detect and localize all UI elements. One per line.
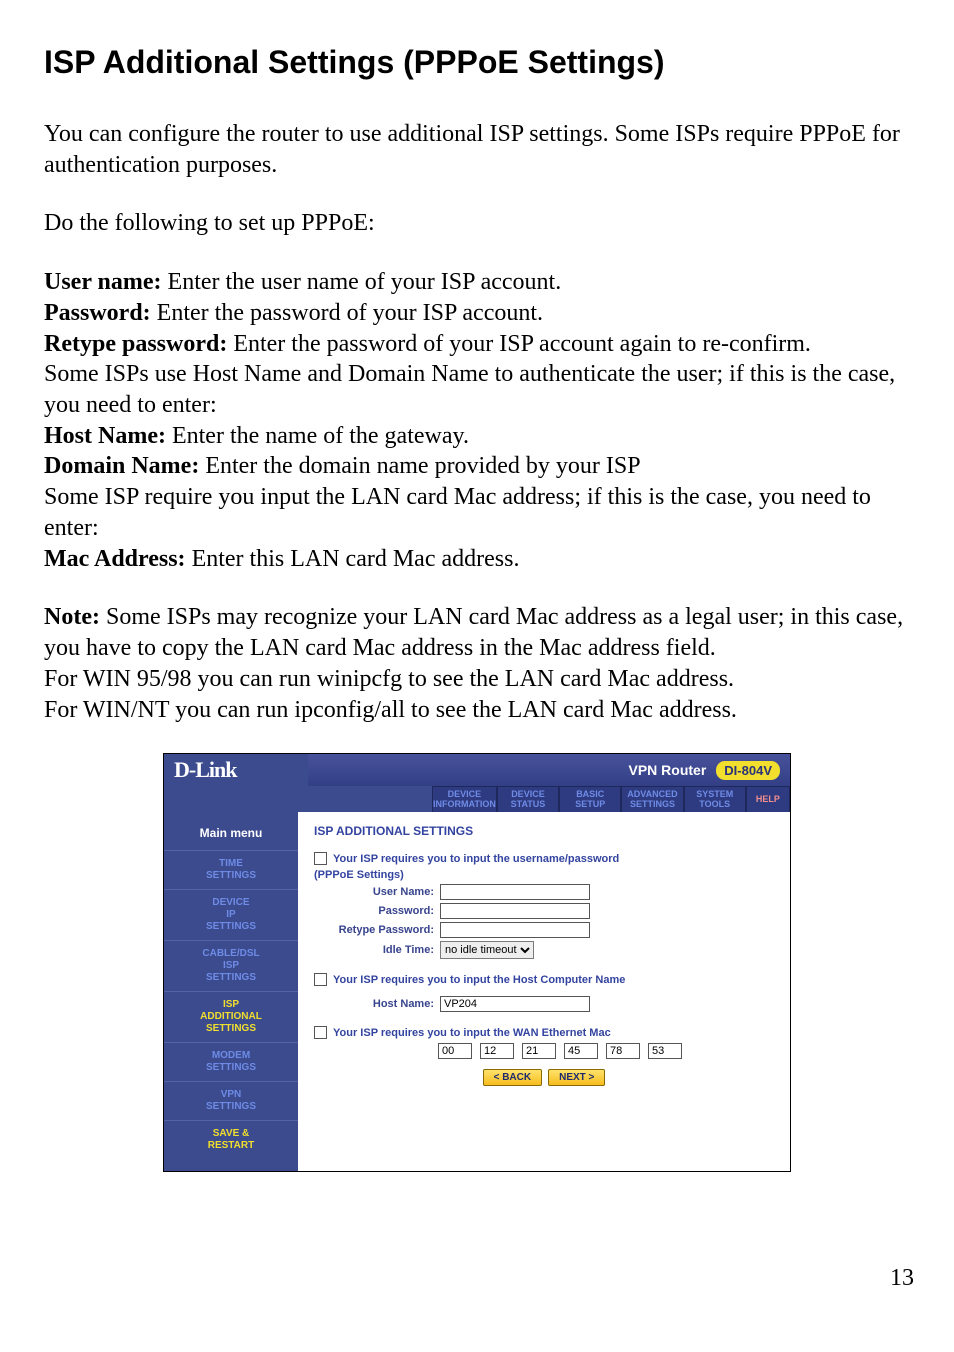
sidebar-item-isp-additional[interactable]: ISPADDITIONALSETTINGS <box>164 991 298 1042</box>
sidebar-header: Main menu <box>164 818 298 850</box>
page-title: ISP Additional Settings (PPPoE Settings) <box>44 44 910 81</box>
label-hostname: Host Name: <box>44 423 166 449</box>
text-note: Some ISPs may recognize your LAN card Ma… <box>44 604 903 661</box>
field-definitions: User name: Enter the user name of your I… <box>44 267 910 574</box>
input-mac-5[interactable] <box>606 1043 640 1059</box>
sidebar-item-device-ip[interactable]: DEVICEIPSETTINGS <box>164 889 298 940</box>
text-domain: Enter the domain name provided by your I… <box>199 453 640 479</box>
text-host-intro: Some ISPs use Host Name and Domain Name … <box>44 361 895 418</box>
router-ui-screenshot: D-Link VPN Router DI-804V DEVICEINFORMAT… <box>163 753 791 1172</box>
tab-system-tools[interactable]: SYSTEMTOOLS <box>684 786 746 812</box>
next-button[interactable]: NEXT > <box>548 1069 605 1086</box>
input-mac-6[interactable] <box>648 1043 682 1059</box>
label-domain: Domain Name: <box>44 453 199 479</box>
input-mac-3[interactable] <box>522 1043 556 1059</box>
text-win9598: For WIN 95/98 you can run winipcfg to se… <box>44 666 734 692</box>
tab-help[interactable]: HELP <box>746 786 790 812</box>
label-password: Password: <box>44 300 151 326</box>
text-retype: Enter the password of your ISP account a… <box>227 331 811 357</box>
label-username: User name: <box>44 269 162 295</box>
input-user-name[interactable] <box>440 884 590 900</box>
label-retype-password: Retype Password: <box>314 924 440 936</box>
text-mac-intro: Some ISP require you input the LAN card … <box>44 484 871 541</box>
text-hostname: Enter the name of the gateway. <box>166 423 469 449</box>
label-mac: Mac Address: <box>44 546 186 572</box>
label-retype: Retype password: <box>44 331 227 357</box>
input-retype-password[interactable] <box>440 922 590 938</box>
input-password[interactable] <box>440 903 590 919</box>
text-password: Enter the password of your ISP account. <box>151 300 543 326</box>
sidebar-item-time-settings[interactable]: TIMESETTINGS <box>164 850 298 889</box>
tab-basic-setup[interactable]: BASICSETUP <box>559 786 621 812</box>
check-label-userpass: Your ISP requires you to input the usern… <box>333 853 619 865</box>
tab-device-status[interactable]: DEVICESTATUS <box>497 786 559 812</box>
label-host-name-field: Host Name: <box>314 998 440 1010</box>
label-password-field: Password: <box>314 905 440 917</box>
text-username: Enter the user name of your ISP account. <box>162 269 562 295</box>
text-winnt: For WIN/NT you can run ipconfig/all to s… <box>44 697 737 723</box>
label-note: Note: <box>44 604 100 630</box>
checkbox-mac[interactable] <box>314 1026 327 1039</box>
note-block: Note: Some ISPs may recognize your LAN c… <box>44 602 910 725</box>
input-mac-2[interactable] <box>480 1043 514 1059</box>
model-badge: DI-804V <box>716 761 780 780</box>
page-number: 13 <box>890 1265 914 1292</box>
sidebar-item-vpn[interactable]: VPNSETTINGS <box>164 1081 298 1120</box>
pppoe-subtitle: (PPPoE Settings) <box>314 869 778 881</box>
sidebar-item-modem[interactable]: MODEMSETTINGS <box>164 1042 298 1081</box>
tab-device-information[interactable]: DEVICEINFORMATION <box>432 786 497 812</box>
checkbox-userpass[interactable] <box>314 852 327 865</box>
sidebar-item-save-restart[interactable]: SAVE &RESTART <box>164 1120 298 1159</box>
input-mac-1[interactable] <box>438 1043 472 1059</box>
label-idle-time: Idle Time: <box>314 944 440 956</box>
label-user-name: User Name: <box>314 886 440 898</box>
lead-paragraph: Do the following to set up PPPoE: <box>44 208 910 239</box>
brand-logo: D-Link <box>164 754 308 786</box>
text-mac: Enter this LAN card Mac address. <box>186 546 520 572</box>
check-label-mac: Your ISP requires you to input the WAN E… <box>333 1027 611 1039</box>
sidebar: Main menu TIMESETTINGS DEVICEIPSETTINGS … <box>164 812 298 1171</box>
intro-paragraph: You can configure the router to use addi… <box>44 119 910 180</box>
checkbox-hostname[interactable] <box>314 973 327 986</box>
check-label-hostname: Your ISP requires you to input the Host … <box>333 974 625 986</box>
back-button[interactable]: < BACK <box>483 1069 543 1086</box>
tab-advanced-settings[interactable]: ADVANCEDSETTINGS <box>621 786 683 812</box>
input-host-name[interactable] <box>440 996 590 1012</box>
input-mac-4[interactable] <box>564 1043 598 1059</box>
sidebar-item-cable-dsl[interactable]: CABLE/DSLISPSETTINGS <box>164 940 298 991</box>
product-name: VPN Router <box>629 762 707 778</box>
content-panel: ISP ADDITIONAL SETTINGS Your ISP require… <box>298 812 790 1171</box>
section-title: ISP ADDITIONAL SETTINGS <box>314 824 778 838</box>
select-idle-time[interactable]: no idle timeout <box>440 941 534 959</box>
